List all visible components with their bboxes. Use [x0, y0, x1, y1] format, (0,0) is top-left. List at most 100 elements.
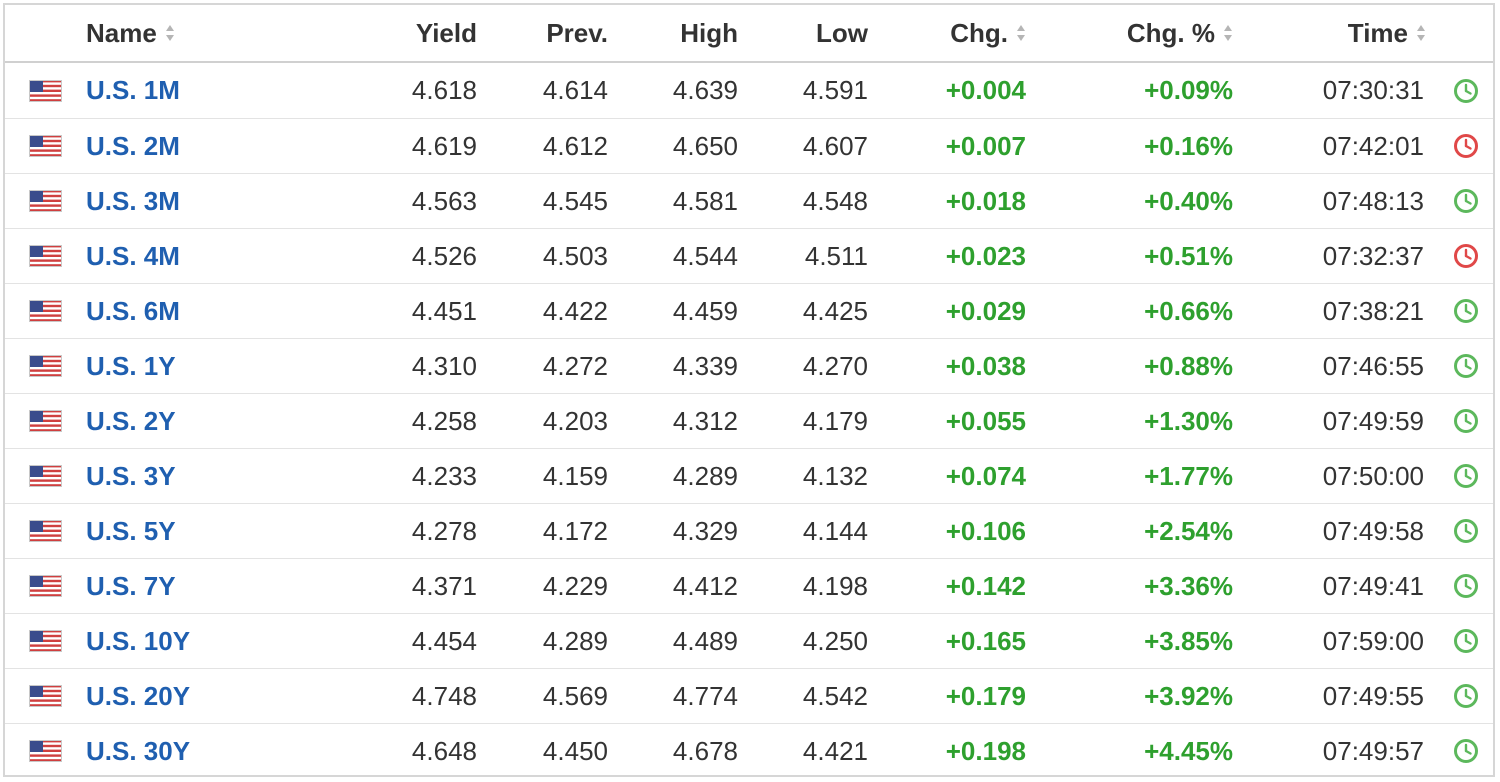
column-header-low-label: Low [816, 17, 868, 48]
chg-cell: +0.023 [885, 229, 1026, 283]
high-value: 4.581 [672, 185, 738, 216]
low-value: 4.250 [802, 625, 868, 656]
chg-pct-value: +1.77% [1144, 460, 1233, 491]
low-value: 4.511 [804, 240, 868, 271]
high-value: 4.650 [672, 130, 738, 161]
sort-icon[interactable] [1223, 24, 1233, 42]
prev-cell: 4.229 [505, 559, 608, 613]
instrument-name-cell: U.S. 2M [86, 119, 336, 173]
low-value: 4.542 [802, 680, 868, 711]
instrument-name-cell: U.S. 20Y [86, 669, 336, 723]
table-row[interactable]: U.S. 2M 4.619 4.612 4.650 4.607 +0.007 +… [5, 118, 1493, 173]
green-clock-icon [1454, 519, 1478, 543]
time-value: 07:46:55 [1322, 350, 1424, 381]
chg-value: +0.106 [945, 515, 1026, 546]
green-clock-icon [1454, 299, 1478, 323]
prev-value: 4.172 [542, 515, 608, 546]
table-row[interactable]: U.S. 10Y 4.454 4.289 4.489 4.250 +0.165 … [5, 613, 1493, 668]
instrument-name-link[interactable]: U.S. 10Y [86, 626, 190, 657]
yield-value: 4.618 [411, 75, 477, 105]
chg-pct-value: +0.40% [1144, 185, 1233, 216]
yield-cell: 4.310 [375, 339, 477, 393]
instrument-name-link[interactable]: U.S. 2M [86, 131, 180, 162]
high-cell: 4.774 [635, 669, 738, 723]
time-cell: 07:42:01 [1285, 119, 1424, 173]
chg-cell: +0.029 [885, 284, 1026, 338]
time-value: 07:42:01 [1322, 130, 1424, 161]
high-cell: 4.339 [635, 339, 738, 393]
column-header-chg-pct[interactable]: Chg. % [1065, 5, 1233, 61]
instrument-name-link[interactable]: U.S. 20Y [86, 681, 190, 712]
table-row[interactable]: U.S. 5Y 4.278 4.172 4.329 4.144 +0.106 +… [5, 503, 1493, 558]
instrument-name-link[interactable]: U.S. 1Y [86, 351, 176, 382]
instrument-name-link[interactable]: U.S. 3Y [86, 461, 176, 492]
table-row[interactable]: U.S. 20Y 4.748 4.569 4.774 4.542 +0.179 … [5, 668, 1493, 723]
high-cell: 4.650 [635, 119, 738, 173]
yield-cell: 4.451 [375, 284, 477, 338]
low-value: 4.421 [802, 735, 868, 766]
table-header: Name Yield Prev. High Low Chg. Chg. % Ti… [5, 5, 1493, 63]
yield-value: 4.258 [411, 405, 477, 436]
table-row[interactable]: U.S. 2Y 4.258 4.203 4.312 4.179 +0.055 +… [5, 393, 1493, 448]
sort-icon[interactable] [165, 24, 175, 42]
sort-icon[interactable] [1016, 24, 1026, 42]
chg-value: +0.198 [945, 735, 1026, 766]
table-row[interactable]: U.S. 4M 4.526 4.503 4.544 4.511 +0.023 +… [5, 228, 1493, 283]
chg-pct-cell: +3.85% [1065, 614, 1233, 668]
chg-pct-value: +0.09% [1144, 75, 1233, 105]
table-row[interactable]: U.S. 7Y 4.371 4.229 4.412 4.198 +0.142 +… [5, 558, 1493, 613]
time-cell: 07:48:13 [1285, 174, 1424, 228]
table-row[interactable]: U.S. 3M 4.563 4.545 4.581 4.548 +0.018 +… [5, 173, 1493, 228]
instrument-name-link[interactable]: U.S. 3M [86, 186, 180, 217]
instrument-name-link[interactable]: U.S. 30Y [86, 736, 190, 767]
chg-pct-cell: +0.66% [1065, 284, 1233, 338]
low-cell: 4.198 [765, 559, 868, 613]
yield-value: 4.371 [411, 570, 477, 601]
low-value: 4.548 [802, 185, 868, 216]
table-row[interactable]: U.S. 3Y 4.233 4.159 4.289 4.132 +0.074 +… [5, 448, 1493, 503]
instrument-name-link[interactable]: U.S. 1M [86, 75, 180, 106]
chg-pct-value: +1.30% [1144, 405, 1233, 436]
instrument-name-cell: U.S. 30Y [86, 724, 336, 778]
instrument-name-link[interactable]: U.S. 7Y [86, 571, 176, 602]
column-header-name[interactable]: Name [86, 5, 336, 61]
chg-value: +0.055 [945, 405, 1026, 436]
high-value: 4.459 [672, 295, 738, 326]
chg-cell: +0.018 [885, 174, 1026, 228]
table-row[interactable]: U.S. 30Y 4.648 4.450 4.678 4.421 +0.198 … [5, 723, 1493, 778]
chg-value: +0.179 [945, 680, 1026, 711]
green-clock-icon [1454, 739, 1478, 763]
sort-icon[interactable] [1416, 24, 1426, 42]
yield-value: 4.451 [411, 295, 477, 326]
chg-cell: +0.074 [885, 449, 1026, 503]
prev-cell: 4.422 [505, 284, 608, 338]
prev-cell: 4.272 [505, 339, 608, 393]
instrument-name-link[interactable]: U.S. 2Y [86, 406, 176, 437]
yield-cell: 4.563 [375, 174, 477, 228]
chg-pct-value: +0.51% [1144, 240, 1233, 271]
time-cell: 07:59:00 [1285, 614, 1424, 668]
yield-cell: 4.371 [375, 559, 477, 613]
chg-pct-cell: +3.36% [1065, 559, 1233, 613]
prev-cell: 4.545 [505, 174, 608, 228]
prev-cell: 4.503 [505, 229, 608, 283]
low-cell: 4.270 [765, 339, 868, 393]
us-flag-icon [29, 520, 62, 542]
table-row[interactable]: U.S. 1M 4.618 4.614 4.639 4.591 +0.004 +… [5, 63, 1493, 118]
table-row[interactable]: U.S. 1Y 4.310 4.272 4.339 4.270 +0.038 +… [5, 338, 1493, 393]
prev-value: 4.450 [542, 735, 608, 766]
instrument-name-link[interactable]: U.S. 4M [86, 241, 180, 272]
chg-value: +0.029 [945, 295, 1026, 326]
low-cell: 4.132 [765, 449, 868, 503]
green-clock-icon [1454, 409, 1478, 433]
us-flag-icon [29, 740, 62, 762]
instrument-name-link[interactable]: U.S. 5Y [86, 516, 176, 547]
column-header-chg[interactable]: Chg. [885, 5, 1026, 61]
instrument-name-link[interactable]: U.S. 6M [86, 296, 180, 327]
prev-cell: 4.612 [505, 119, 608, 173]
time-cell: 07:49:59 [1285, 394, 1424, 448]
table-row[interactable]: U.S. 6M 4.451 4.422 4.459 4.425 +0.029 +… [5, 283, 1493, 338]
column-header-time[interactable]: Time [1285, 5, 1426, 61]
high-value: 4.312 [672, 405, 738, 436]
low-cell: 4.144 [765, 504, 868, 558]
